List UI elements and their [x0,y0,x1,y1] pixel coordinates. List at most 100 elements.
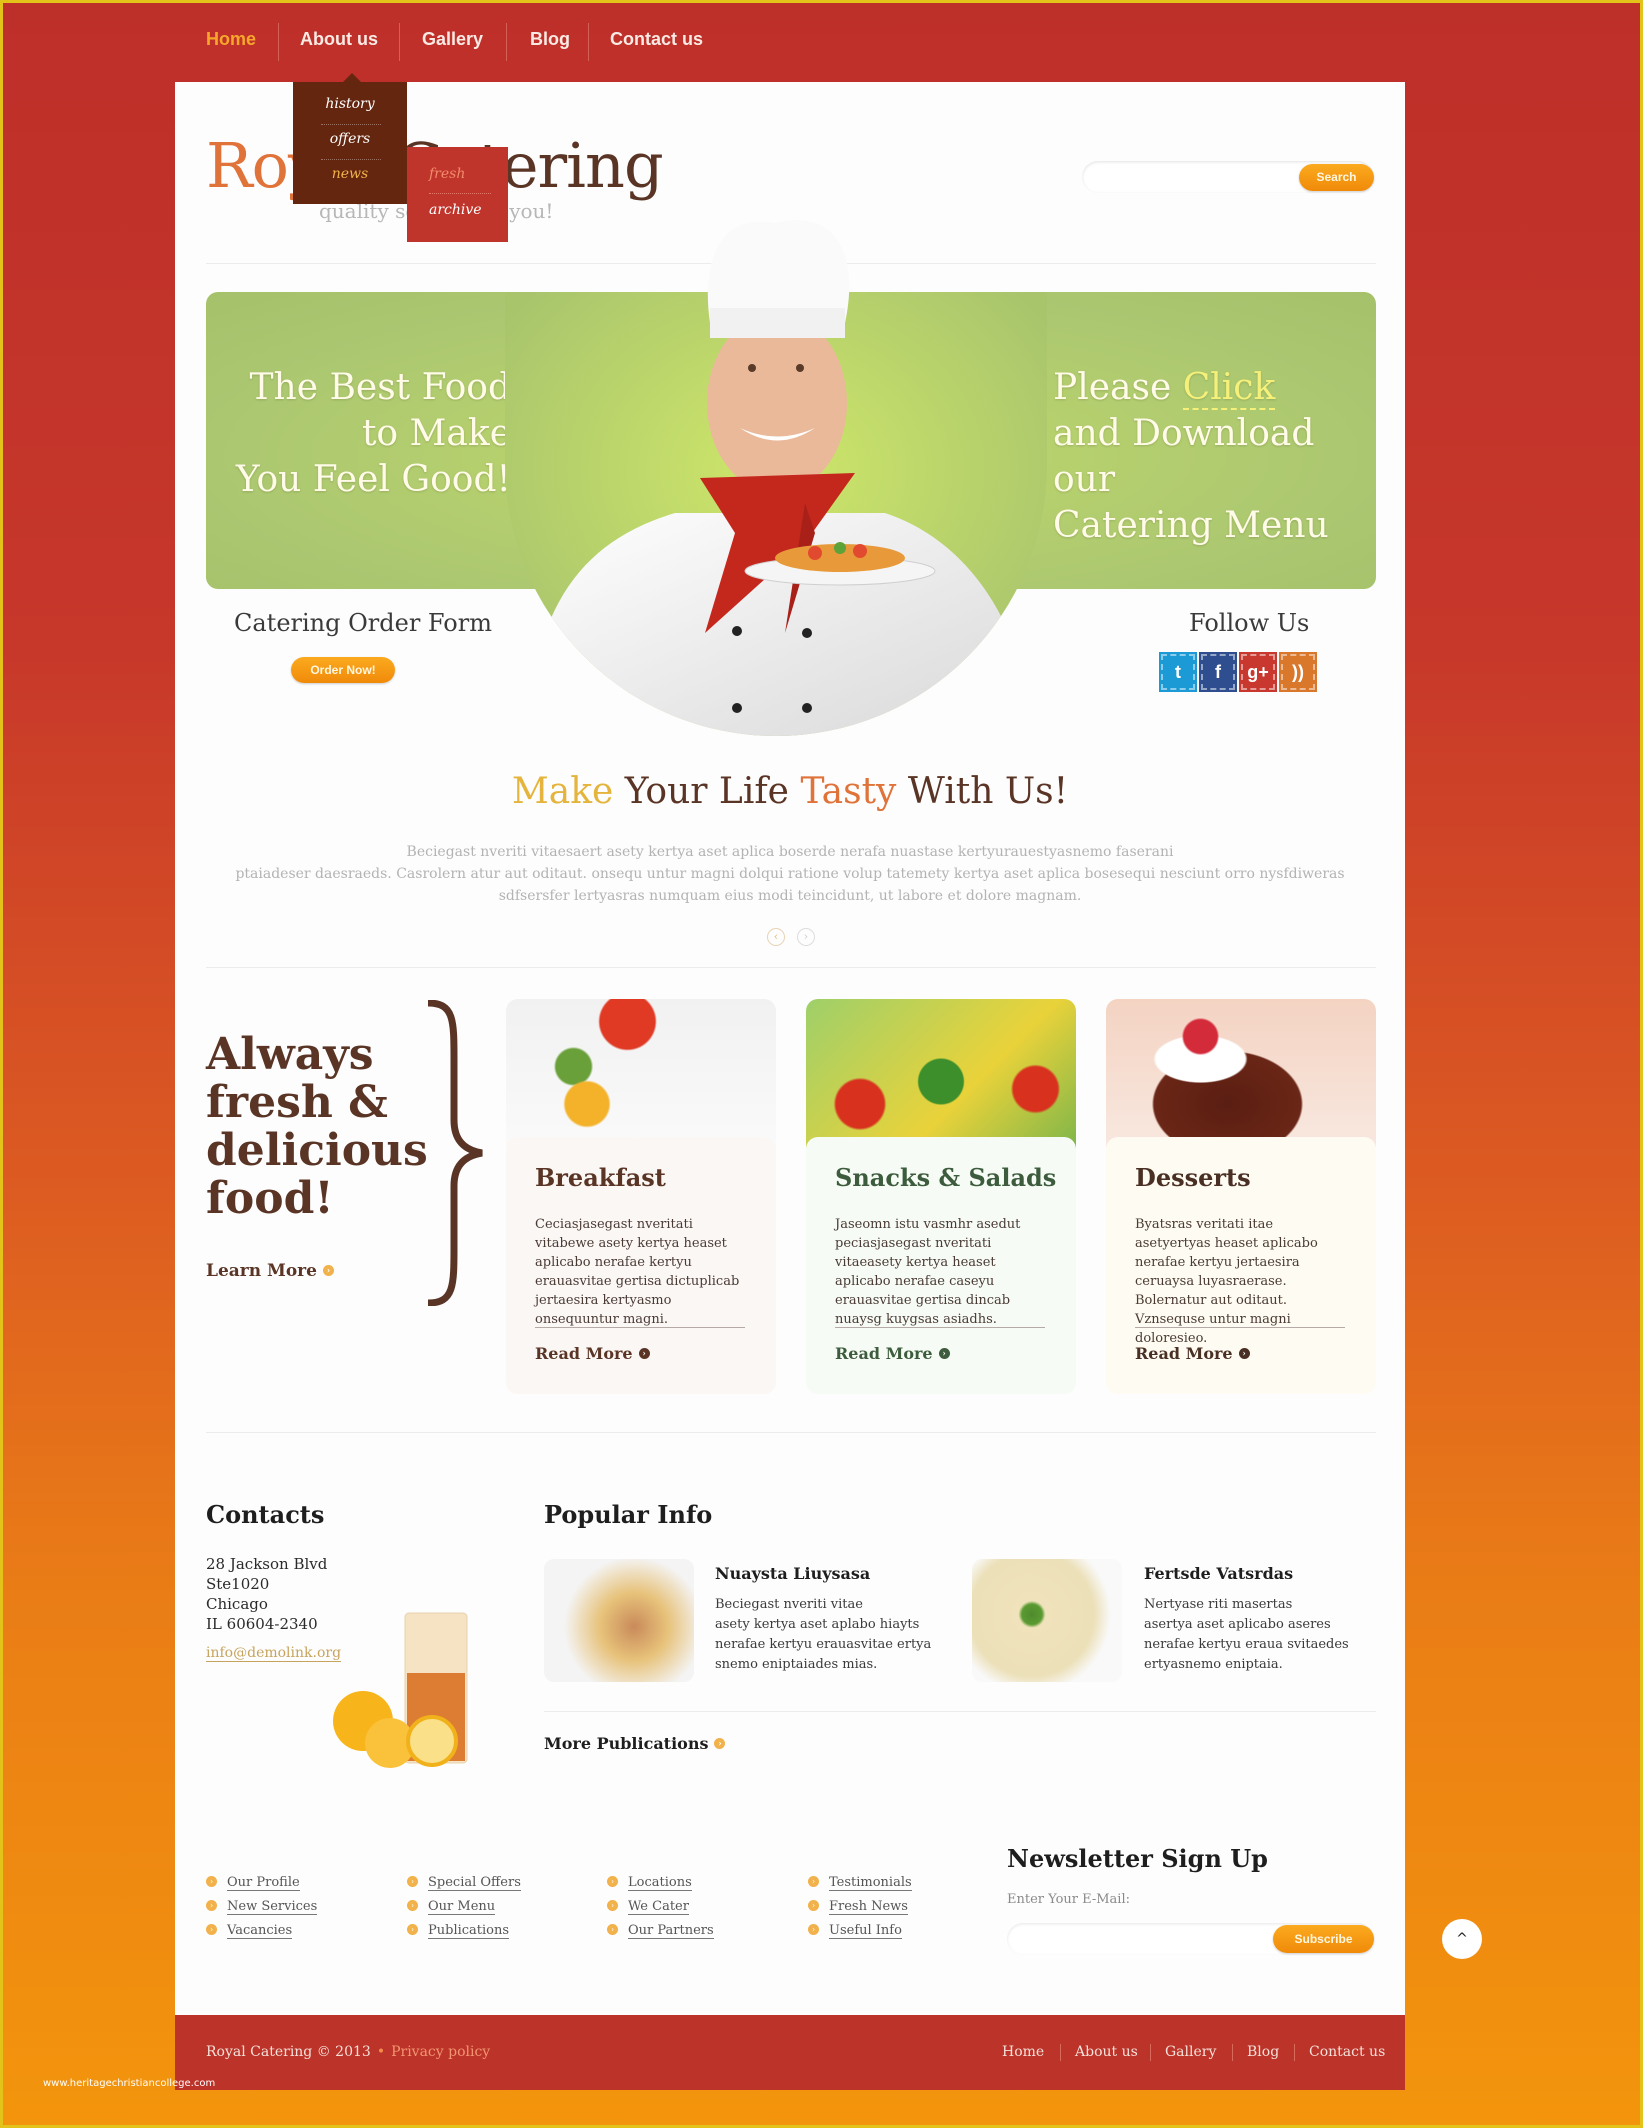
download-menu-link[interactable]: Click [1182,367,1276,410]
contact-address: 28 Jackson Blvd Ste1020 Chicago IL 60604… [206,1554,327,1634]
publication-thumbnail[interactable] [972,1559,1122,1682]
hero-left-text: The Best Food to Make You Feel Good! [206,365,511,503]
menu-card: Desserts Byatsras veritati itae asetyerty… [1106,999,1376,1394]
card-text: Jaseomn istu vasmhr asedut peciasjasegas… [835,1217,1021,1327]
iced-tea-image [333,1612,468,1768]
menu-card: Breakfast Ceciasjasegast nveritati vitabe… [506,999,776,1394]
hero-left-line: You Feel Good! [235,459,511,500]
tagline-heading: Make Your Life Tasty With Us! [175,771,1405,812]
publication-text-line: asertya aset aplicabo aseres [1144,1617,1331,1632]
dropdown-item-offers[interactable]: offers [293,131,407,147]
publication-text: Beciegast nveriti vitae asety kertya ase… [715,1595,945,1675]
hero-right-prefix: Please [1053,367,1183,408]
news-submenu: fresh archive [407,147,508,242]
learn-more-label: Learn More [206,1261,317,1281]
fresh-heading-line: Always [206,1029,374,1080]
footer-link[interactable]: › Useful Info [808,1923,902,1939]
card-read-more-link[interactable]: Read More › [535,1344,650,1363]
twitter-icon[interactable]: t [1159,652,1197,692]
privacy-policy-link[interactable]: Privacy policy [391,2044,490,2060]
dropdown-item-history[interactable]: history [293,96,407,112]
arrow-circle-icon: › [808,1900,819,1911]
dropdown-item-news[interactable]: news [293,166,407,182]
arrow-circle-icon: › [808,1876,819,1887]
footer-link[interactable]: › Fresh News [808,1899,908,1915]
slider-next-button[interactable]: › [797,928,815,946]
card-food-image[interactable] [806,999,1076,1149]
nav-blog[interactable]: Blog [530,29,570,50]
footer-link[interactable]: › Publications [407,1923,510,1939]
footer-nav-divider [1232,2044,1233,2061]
footer-nav-about-us[interactable]: About us [1075,2044,1138,2060]
card-body: Desserts Byatsras veritati itae asetyerty… [1106,1137,1376,1394]
section-divider [544,1711,1376,1712]
newsletter-email-input[interactable] [1021,1929,1261,1949]
read-more-label: Read More [835,1344,933,1363]
search-input[interactable] [1096,167,1286,187]
order-form-title: Catering Order Form [234,609,492,637]
chevron-up-icon: ^ [1456,1931,1468,1947]
dropdown-divider [321,124,381,125]
facebook-icon[interactable]: f [1199,652,1237,692]
arrow-circle-icon: › [607,1876,618,1887]
tagline-word: With Us! [896,771,1069,812]
hero-right-line: Catering Menu [1053,505,1329,546]
nav-about-us[interactable]: About us [300,29,378,50]
card-title: Breakfast [535,1163,666,1192]
nav-contact-us[interactable]: Contact us [610,29,703,50]
footer-nav-divider [1150,2044,1151,2061]
hero-left-line: to Make [361,413,511,454]
footer-link[interactable]: › Special Offers [407,1875,521,1891]
submenu-divider [429,193,491,194]
arrow-circle-icon: › [1238,1348,1250,1359]
rss-icon[interactable]: )) [1279,652,1317,692]
card-divider [835,1327,1045,1328]
section-divider [206,967,1376,968]
subscribe-button[interactable]: Subscribe [1273,1925,1374,1953]
slider-prev-button[interactable]: ‹ [767,928,785,946]
watermark: www.heritagechristiancollege.com [43,2078,216,2089]
arrow-circle-icon: › [808,1924,819,1935]
publication-title[interactable]: Nuaysta Liuysasa [715,1564,870,1583]
footer-link[interactable]: › We Cater [607,1899,689,1915]
footer-link-label: Special Offers [428,1875,521,1891]
nav-home[interactable]: Home [206,29,256,50]
card-food-image[interactable] [1106,999,1376,1149]
footer-nav-blog[interactable]: Blog [1247,2044,1279,2060]
card-read-more-link[interactable]: Read More › [1135,1344,1250,1363]
submenu-item-fresh[interactable]: fresh [429,166,530,182]
footer-link[interactable]: › Testimonials [808,1875,912,1891]
contact-email-link[interactable]: info@demolink.org [206,1645,342,1662]
publication-thumbnail[interactable] [544,1559,694,1682]
nav-gallery[interactable]: Gallery [422,29,483,50]
more-publications-link[interactable]: More Publications › [544,1734,726,1753]
footer-link[interactable]: › Locations [607,1875,692,1891]
footer-nav-home[interactable]: Home [1002,2044,1044,2060]
arrow-circle-icon: › [206,1900,217,1911]
card-food-image[interactable] [506,999,776,1149]
card-divider [535,1327,745,1328]
google-plus-icon[interactable]: g+ [1239,652,1277,692]
footer-link[interactable]: › Our Partners [607,1923,714,1939]
search-button[interactable]: Search [1299,164,1374,191]
fresh-heading-line: delicious [206,1125,428,1176]
footer-nav-gallery[interactable]: Gallery [1165,2044,1216,2060]
footer-nav-contact-us[interactable]: Contact us [1309,2044,1385,2060]
footer-link[interactable]: › Our Profile [206,1875,300,1891]
section-divider [206,1432,1376,1433]
footer-link[interactable]: › New Services [206,1899,318,1915]
submenu-item-archive[interactable]: archive [429,202,530,218]
curly-brace-icon [427,1000,483,1306]
footer-link-label: Vacancies [227,1923,293,1939]
publication-title[interactable]: Fertsde Vatsrdas [1144,1564,1293,1583]
more-publications-label: More Publications [544,1734,709,1753]
card-read-more-link[interactable]: Read More › [835,1344,950,1363]
learn-more-link[interactable]: Learn More › [206,1261,334,1281]
footer-link[interactable]: › Our Menu [407,1899,496,1915]
publication-text: Nertyase riti masertas asertya aset apli… [1144,1595,1374,1675]
order-now-button[interactable]: Order Now! [291,657,395,683]
popular-info-title: Popular Info [544,1500,713,1529]
scroll-to-top-button[interactable]: ^ [1442,1919,1482,1959]
nav-divider [506,23,507,61]
footer-link[interactable]: › Vacancies [206,1923,293,1939]
